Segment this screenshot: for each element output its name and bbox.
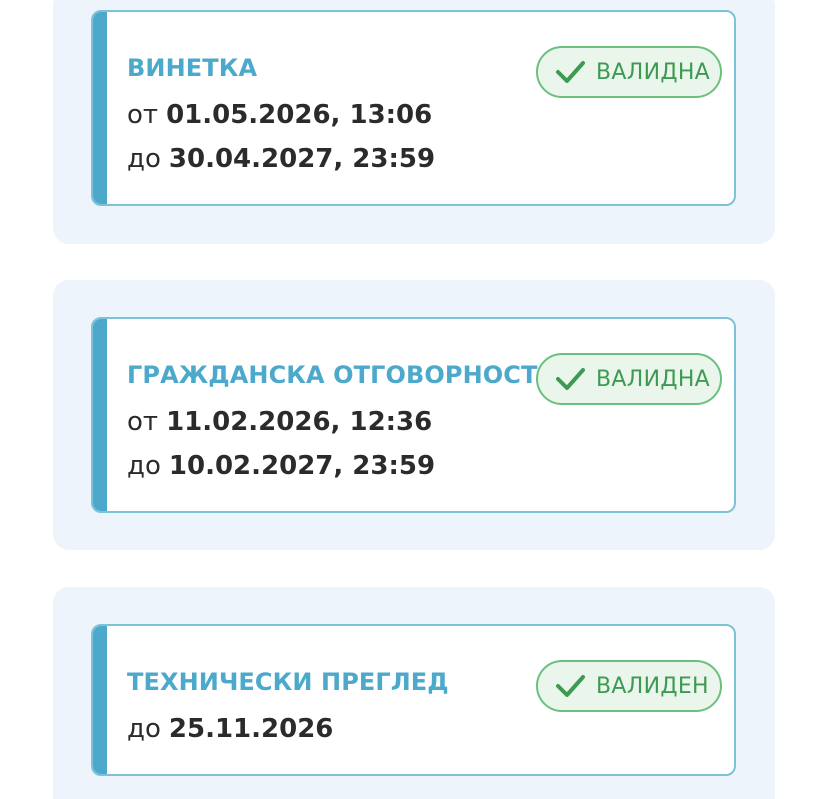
technical-inspection-card[interactable]: ТЕХНИЧЕСКИ ПРЕГЛЕД до 25.11.2026 ВАЛИДЕН [91,624,736,776]
valid-to-line: до 10.02.2027, 23:59 [127,451,435,481]
validity-page: ВИНЕТКА от 01.05.2026, 13:06 до 30.04.2027… [0,0,828,799]
valid-from-line: от 11.02.2026, 12:36 [127,407,432,437]
valid-to-value: 25.11.2026 [168,714,334,744]
valid-to-line: до 30.04.2027, 23:59 [127,144,435,174]
valid-from-value: 01.05.2026, 13:06 [166,100,433,130]
valid-from-line: от 01.05.2026, 13:06 [127,100,432,130]
check-icon [556,61,585,83]
to-prefix: до [127,714,161,744]
valid-from-value: 11.02.2026, 12:36 [166,407,433,437]
to-prefix: до [127,144,161,174]
technical-inspection-panel: ТЕХНИЧЕСКИ ПРЕГЛЕД до 25.11.2026 ВАЛИДЕН [53,587,775,799]
from-prefix: от [127,407,159,437]
status-label: ВАЛИДНА [596,59,711,85]
vignette-panel: ВИНЕТКА от 01.05.2026, 13:06 до 30.04.2027… [53,0,775,244]
civil-liability-panel: ГРАЖДАНСКА ОТГОВОРНОСТ от 11.02.2026, 12:… [53,280,775,550]
card-accent-bar [93,319,107,511]
status-badge: ВАЛИДНА [536,46,722,98]
status-badge: ВАЛИДНА [536,353,722,405]
card-accent-bar [93,12,107,204]
status-label: ВАЛИДНА [596,366,711,392]
civil-liability-card[interactable]: ГРАЖДАНСКА ОТГОВОРНОСТ от 11.02.2026, 12:… [91,317,736,513]
status-badge: ВАЛИДЕН [536,660,722,712]
card-accent-bar [93,626,107,774]
card-title: ВИНЕТКА [127,54,258,82]
valid-to-line: до 25.11.2026 [127,714,333,744]
from-prefix: от [127,100,159,130]
card-title: ТЕХНИЧЕСКИ ПРЕГЛЕД [127,668,449,696]
card-title: ГРАЖДАНСКА ОТГОВОРНОСТ [127,361,538,389]
vignette-card[interactable]: ВИНЕТКА от 01.05.2026, 13:06 до 30.04.2027… [91,10,736,206]
valid-to-value: 30.04.2027, 23:59 [168,144,436,174]
to-prefix: до [127,451,161,481]
status-label: ВАЛИДЕН [596,673,709,699]
valid-to-value: 10.02.2027, 23:59 [168,451,436,481]
check-icon [556,368,585,390]
check-icon [556,675,585,697]
